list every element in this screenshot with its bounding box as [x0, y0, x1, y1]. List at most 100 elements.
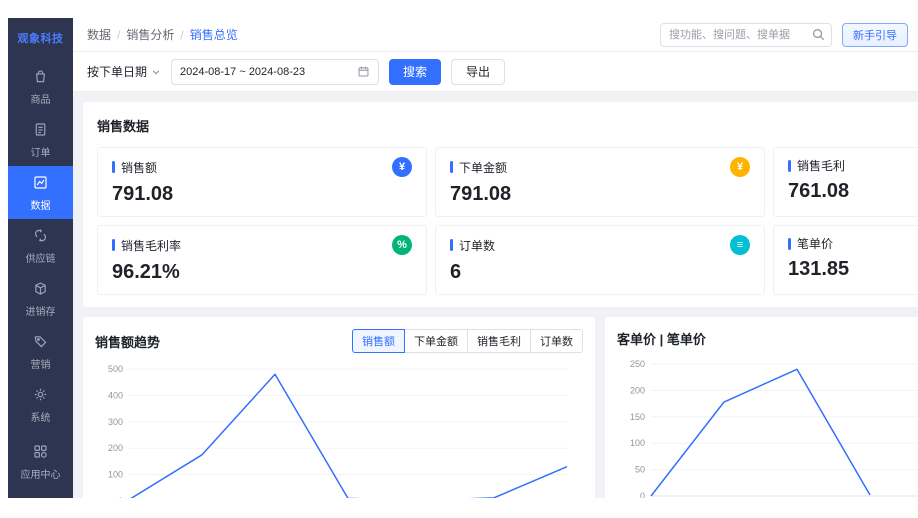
- sidebar-item-supply-chain[interactable]: 供应链: [8, 219, 73, 272]
- global-search: [660, 22, 832, 47]
- sidebar-item-label: 进销存: [25, 307, 56, 318]
- calendar-icon: [358, 66, 369, 77]
- sidebar-item-label: 数据: [30, 201, 51, 212]
- svg-text:0: 0: [118, 496, 123, 498]
- yuan-icon: ¥: [730, 157, 750, 177]
- sidebar-item-products[interactable]: 商品: [8, 60, 73, 113]
- metric-gross-profit: 销售毛利 761.08: [773, 147, 918, 217]
- metric-label: 销售毛利率: [121, 238, 182, 253]
- yuan-icon: ¥: [392, 157, 412, 177]
- metric-sales-amount: 销售额 ¥ 791.08: [97, 147, 427, 217]
- sidebar-item-data[interactable]: 数据: [8, 166, 73, 219]
- accent-bar: [112, 239, 115, 251]
- supply-chain-icon: [32, 227, 49, 247]
- page-content: 销售数据 销售额 ¥ 791.08 下单金额 ¥ 791.08 销售毛利 761…: [73, 92, 918, 498]
- metric-label: 销售额: [121, 160, 158, 175]
- sidebar: 观象科技 商品 订单 数据 供应链 进销存 营销 系统 应用中心: [8, 18, 73, 498]
- breadcrumb-item[interactable]: 销售分析: [126, 26, 189, 43]
- svg-text:150: 150: [630, 412, 645, 422]
- accent-bar: [450, 161, 453, 173]
- metric-value: 6: [450, 261, 462, 283]
- date-type-select[interactable]: 按下单日期: [87, 63, 161, 80]
- sidebar-item-label: 应用中心: [20, 470, 61, 481]
- sales-trend-line-chart: 01002003004005002024-08-172024-08-182024…: [95, 359, 583, 498]
- sidebar-item-label: 订单: [30, 148, 51, 159]
- search-input[interactable]: [660, 22, 832, 47]
- sales-trend-chart-card: 销售额趋势 销售额 下单金额 销售毛利 订单数 0 100 200 300 400 500…: [83, 317, 595, 498]
- filter-bar: 按下单日期 2024-08-17 ~ 2024-08-23 搜索 导出: [73, 52, 918, 92]
- tab-gross-profit[interactable]: 销售毛利: [467, 329, 531, 353]
- svg-text:0: 0: [640, 491, 645, 498]
- top-bar: 数据 销售分析 销售总览 新手引导: [73, 18, 918, 52]
- metric-value: 761.08: [788, 180, 850, 202]
- breadcrumb: 数据 销售分析 销售总览: [87, 26, 238, 43]
- app-logo: 观象科技: [17, 33, 64, 45]
- app-center-icon: [32, 443, 49, 463]
- breadcrumb-item[interactable]: 数据: [87, 26, 126, 43]
- date-range-value: 2024-08-17 ~ 2024-08-23: [180, 65, 306, 78]
- accent-bar: [450, 239, 453, 251]
- search-button[interactable]: 搜索: [389, 58, 442, 85]
- percent-icon: %: [392, 235, 412, 255]
- system-gear-icon: [32, 386, 49, 406]
- svg-text:300: 300: [108, 417, 123, 427]
- metric-label: 下单金额: [459, 160, 508, 175]
- metric-price-per-order: 笔单价 131.85: [773, 225, 918, 295]
- metric-label: 订单数: [459, 238, 496, 253]
- tab-order-amount[interactable]: 下单金额: [404, 329, 468, 353]
- chevron-down-icon: [152, 69, 160, 74]
- search-icon[interactable]: [811, 27, 826, 47]
- metric-value: 131.85: [788, 258, 850, 280]
- metric-value: 791.08: [112, 183, 174, 205]
- chart-metric-tabs: 销售额 下单金额 销售毛利 订单数: [352, 329, 583, 353]
- sidebar-item-label: 供应链: [25, 254, 56, 265]
- tab-sales-amount[interactable]: 销售额: [352, 329, 405, 353]
- product-icon: [32, 68, 49, 88]
- svg-text:250: 250: [630, 359, 645, 369]
- unit-price-chart-card: 客单价 | 笔单价 0501001502002502024-08-172024-…: [605, 317, 918, 498]
- metric-label: 笔单价: [797, 237, 834, 251]
- sidebar-item-orders[interactable]: 订单: [8, 113, 73, 166]
- accent-bar: [112, 161, 115, 173]
- metric-value: 791.08: [450, 183, 512, 205]
- sidebar-item-system[interactable]: 系统: [8, 378, 73, 431]
- metric-order-count: 订单数 ≡ 6: [435, 225, 765, 295]
- sales-data-title: 销售数据: [97, 119, 150, 134]
- sidebar-item-label: 商品: [30, 95, 51, 106]
- sales-data-card: 销售数据 销售额 ¥ 791.08 下单金额 ¥ 791.08 销售毛利 761…: [83, 102, 918, 307]
- svg-text:100: 100: [108, 470, 123, 480]
- order-list-icon: ≡: [730, 235, 750, 255]
- tab-order-count[interactable]: 订单数: [530, 329, 583, 353]
- marketing-icon: [32, 333, 49, 353]
- chart-title: 客单价 | 笔单价: [617, 332, 706, 347]
- unit-price-line-chart: 0501001502002502024-08-172024-08-182024-…: [617, 354, 918, 498]
- svg-text:200: 200: [630, 385, 645, 395]
- metric-order-amount: 下单金额 ¥ 791.08: [435, 147, 765, 217]
- sidebar-item-inventory[interactable]: 进销存: [8, 272, 73, 325]
- date-range-input[interactable]: 2024-08-17 ~ 2024-08-23: [171, 58, 380, 85]
- date-type-label: 按下单日期: [87, 65, 148, 79]
- chart-title: 销售额趋势: [95, 334, 161, 350]
- main-area: 数据 销售分析 销售总览 新手引导 按下单日期 2024-: [73, 18, 918, 498]
- svg-text:500: 500: [108, 364, 123, 374]
- metric-gross-margin: 销售毛利率 % 96.21%: [97, 225, 427, 295]
- sidebar-item-app-center[interactable]: 应用中心: [8, 435, 73, 488]
- breadcrumb-item-current: 销售总览: [189, 28, 238, 42]
- sidebar-item-label: 系统: [30, 413, 51, 424]
- svg-text:100: 100: [630, 438, 645, 448]
- metric-label: 销售毛利: [797, 159, 846, 173]
- inventory-icon: [32, 280, 49, 300]
- svg-text:50: 50: [635, 465, 645, 475]
- order-icon: [32, 121, 49, 141]
- accent-bar: [788, 237, 791, 250]
- metrics-grid: 销售额 ¥ 791.08 下单金额 ¥ 791.08 销售毛利 761.08 销…: [97, 147, 918, 295]
- export-button[interactable]: 导出: [451, 58, 506, 85]
- accent-bar: [788, 159, 791, 172]
- sidebar-item-marketing[interactable]: 营销: [8, 325, 73, 378]
- sidebar-item-label: 营销: [30, 360, 51, 371]
- svg-text:400: 400: [108, 390, 123, 400]
- app-window: 观象科技 商品 订单 数据 供应链 进销存 营销 系统 应用中心 数据 / 销售…: [8, 18, 918, 498]
- charts-row: 销售额趋势 销售额 下单金额 销售毛利 订单数 0100200300400500…: [83, 317, 918, 498]
- guide-button[interactable]: 新手引导: [842, 22, 908, 47]
- svg-text:200: 200: [108, 443, 123, 453]
